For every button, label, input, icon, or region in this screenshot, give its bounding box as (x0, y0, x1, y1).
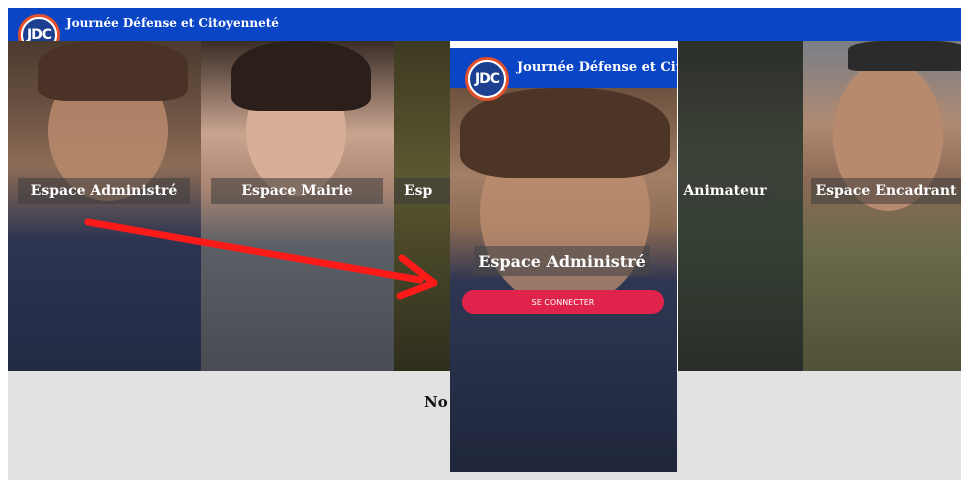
overlay-space-label: Espace Administré (474, 246, 650, 276)
bottom-heading: No (424, 393, 448, 411)
overlay-photo-hair (460, 88, 670, 178)
space-panel-administre[interactable]: Espace Administré (8, 41, 201, 371)
panel-photo-hair (231, 41, 371, 111)
space-panel-mairie[interactable]: Espace Mairie (201, 41, 394, 371)
panel-photo-hair (38, 41, 188, 101)
mobile-preview-overlay: JDC Journée Défense et Cito Espace Admin… (450, 48, 677, 472)
space-label-administre: Espace Administré (18, 178, 190, 204)
space-label-encadrant: Espace Encadrant (811, 178, 961, 204)
panel-photo-beret (848, 41, 961, 71)
space-panel-encadrant[interactable]: Espace Encadrant (803, 41, 961, 371)
space-label-partial: Esp (394, 178, 450, 204)
page: JDC Journée Défense et Citoyenneté Espac… (0, 0, 961, 480)
space-panel-partial[interactable]: Esp (394, 41, 450, 371)
app-title: Journée Défense et Citoyenneté (66, 16, 279, 30)
space-panel-animateur[interactable]: Animateur (678, 41, 803, 371)
overlay-jdc-logo-icon[interactable]: JDC (465, 57, 509, 101)
se-connecter-button[interactable]: SE CONNECTER (462, 290, 664, 314)
space-label-animateur: Animateur (678, 178, 772, 204)
space-label-mairie: Espace Mairie (211, 178, 383, 204)
overlay-app-title: Journée Défense et Cito (517, 60, 677, 75)
